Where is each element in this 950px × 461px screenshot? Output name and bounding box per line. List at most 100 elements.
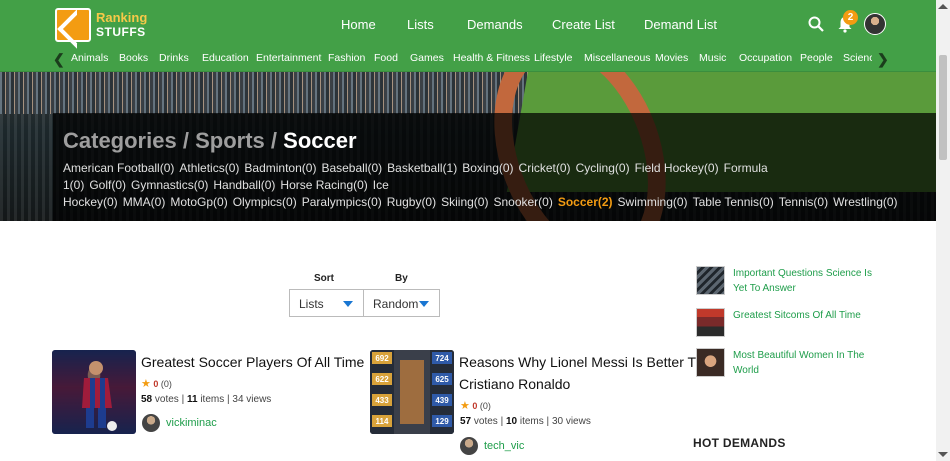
category-entertainment[interactable]: Entertainment (256, 52, 321, 64)
caret-down-icon (343, 301, 353, 307)
category-books[interactable]: Books (119, 52, 148, 64)
subcategory-link[interactable]: Skiing(0) (441, 195, 488, 209)
subcategory-link[interactable]: Athletics(0) (179, 161, 239, 175)
subcategory-link[interactable]: Basketball(1) (387, 161, 457, 175)
stat-value: 622 (375, 375, 389, 384)
stat-value: 625 (435, 375, 449, 384)
category-food[interactable]: Food (374, 52, 398, 64)
site-header: Ranking STUFFS Home Lists Demands Create… (0, 0, 936, 72)
by-label: By (395, 273, 408, 284)
stat-value: 439 (435, 396, 449, 405)
breadcrumb-categories[interactable]: Categories (63, 128, 177, 153)
subcategory-link[interactable]: Rugby(0) (387, 195, 436, 209)
nav-create-list[interactable]: Create List (552, 17, 615, 32)
author-name[interactable]: tech_vic (484, 440, 524, 452)
chevron-right-icon[interactable]: ❯ (877, 51, 889, 68)
subcategory-link[interactable]: Gymnastics(0) (131, 178, 208, 192)
category-health-fitness[interactable]: Health & Fitness (453, 52, 530, 64)
sidebar-thumbnail (696, 266, 725, 295)
list-stats: 58 votes | 11 items | 34 views (141, 394, 272, 405)
subcategory-link[interactable]: Table Tennis(0) (693, 195, 774, 209)
category-animals[interactable]: Animals (71, 52, 108, 64)
category-people[interactable]: People (800, 52, 833, 64)
category-drinks[interactable]: Drinks (159, 52, 189, 64)
list-author[interactable]: vickiminac (142, 414, 217, 432)
sidebar-list-item[interactable]: Greatest Sitcoms Of All Time (696, 308, 883, 337)
star-icon: ★ (460, 400, 470, 412)
notification-badge: 2 (843, 10, 858, 25)
list-title[interactable]: Greatest Soccer Players Of All Time (141, 351, 364, 373)
stat-value: 433 (375, 396, 389, 405)
subcategory-link[interactable]: Wrestling(0) (833, 195, 897, 209)
category-fashion[interactable]: Fashion (328, 52, 365, 64)
subcategory-link[interactable]: Tennis(0) (779, 195, 828, 209)
subcategory-link[interactable]: Horse Racing(0) (280, 178, 367, 192)
subcategory-link[interactable]: Soccer(2) (558, 195, 613, 209)
sidebar-list-item[interactable]: Important Questions Science Is Yet To An… (696, 266, 883, 296)
caret-down-icon (419, 301, 429, 307)
list-stats: 57 votes | 10 items | 30 views (460, 416, 591, 427)
sort-select[interactable]: Lists (289, 289, 364, 317)
category-occupation[interactable]: Occupation (739, 52, 792, 64)
by-select[interactable]: Random (363, 289, 440, 317)
scrollbar-thumb[interactable] (939, 55, 947, 160)
category-miscellaneous[interactable]: Miscellaneous (584, 52, 651, 64)
subcategory-link[interactable]: Field Hockey(0) (635, 161, 719, 175)
subcategory-link[interactable]: Cycling(0) (576, 161, 630, 175)
subcategory-link[interactable]: MMA(0) (123, 195, 166, 209)
nav-lists[interactable]: Lists (407, 17, 434, 32)
category-music[interactable]: Music (699, 52, 726, 64)
subcategory-link[interactable]: Boxing(0) (462, 161, 513, 175)
nav-demands[interactable]: Demands (467, 17, 523, 32)
breadcrumb-current: Soccer (283, 128, 357, 153)
user-avatar[interactable] (864, 13, 886, 35)
scroll-up-icon[interactable] (938, 4, 948, 9)
category-science[interactable]: Science (843, 52, 872, 64)
list-title[interactable]: Reasons Why Lionel Messi Is Better Than … (459, 351, 719, 395)
category-lifestyle[interactable]: Lifestyle (534, 52, 573, 64)
category-games[interactable]: Games (410, 52, 444, 64)
nav-home[interactable]: Home (341, 17, 376, 32)
avatar (142, 414, 160, 432)
hot-demands-heading: HOT DEMANDS (693, 436, 786, 450)
stat-value: 114 (376, 417, 389, 426)
top-nav: Home Lists Demands Create List Demand Li… (0, 17, 936, 33)
category-education[interactable]: Education (202, 52, 249, 64)
subcategory-list: American Football(0) Athletics(0) Badminto… (63, 160, 933, 211)
subcategory-link[interactable]: Paralympics(0) (302, 195, 382, 209)
scroll-down-icon[interactable] (938, 452, 948, 457)
subcategory-link[interactable]: Handball(0) (213, 178, 275, 192)
stat-value: 724 (435, 354, 449, 363)
list-rating: ★ 0 (0) (141, 378, 172, 390)
category-movies[interactable]: Movies (655, 52, 688, 64)
stat-value: 692 (375, 354, 389, 363)
chevron-left-icon[interactable]: ❮ (53, 51, 65, 68)
subcategory-link[interactable]: Olympics(0) (233, 195, 297, 209)
subcategory-link[interactable]: American Football(0) (63, 161, 174, 175)
player-image (52, 350, 136, 434)
list-thumbnail-messi-vs-ronaldo[interactable]: 692 622 433 114 724 625 439 129 (370, 350, 454, 434)
avatar (460, 437, 478, 455)
subcategory-link[interactable]: Swimming(0) (618, 195, 688, 209)
sort-label: Sort (314, 273, 334, 284)
stat-value: 129 (435, 417, 449, 426)
sidebar-list-item[interactable]: Most Beautiful Women In The World (696, 348, 883, 378)
nav-demand-list[interactable]: Demand List (644, 17, 717, 32)
stadium-stands-image (0, 72, 560, 114)
list-rating: ★ 0 (0) (460, 400, 491, 412)
list-thumbnail-soccer-players[interactable] (52, 350, 136, 434)
subcategory-link[interactable]: Baseball(0) (321, 161, 382, 175)
sidebar-thumbnail (696, 348, 725, 377)
subcategory-link[interactable]: Snooker(0) (493, 195, 552, 209)
category-bar: ❮ Animals Books Drinks Education Enterta… (0, 51, 936, 67)
subcategory-link[interactable]: MotoGp(0) (170, 195, 227, 209)
subcategory-link[interactable]: Cricket(0) (519, 161, 571, 175)
stats-comparison-image: 692 622 433 114 724 625 439 129 (370, 350, 454, 434)
search-icon[interactable] (808, 16, 824, 32)
breadcrumb-sports[interactable]: Sports (195, 128, 265, 153)
star-icon: ★ (141, 378, 151, 390)
subcategory-link[interactable]: Badminton(0) (244, 161, 316, 175)
list-author[interactable]: tech_vic (460, 437, 524, 455)
author-name[interactable]: vickiminac (166, 417, 217, 429)
subcategory-link[interactable]: Golf(0) (89, 178, 126, 192)
